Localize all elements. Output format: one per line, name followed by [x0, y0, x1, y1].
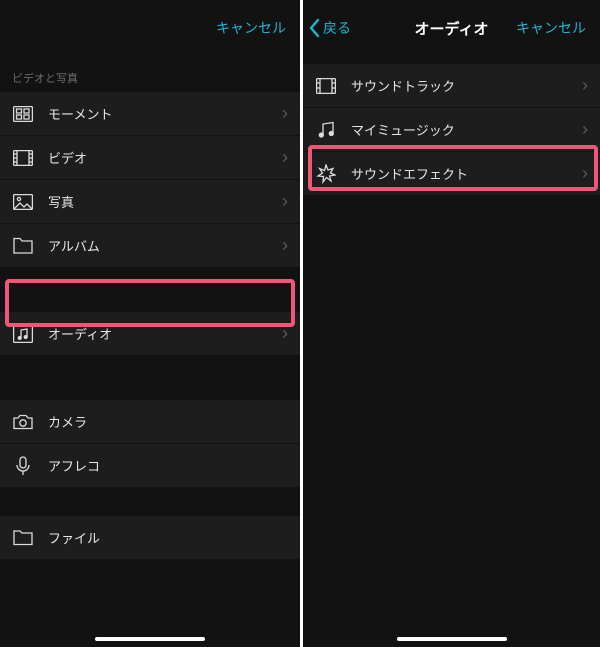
home-indicator[interactable]	[397, 637, 507, 641]
row-label: サウンドトラック	[351, 76, 582, 95]
row-video[interactable]: ビデオ ›	[0, 136, 300, 180]
screen-media-picker: キャンセル ビデオと写真 モーメント › ビデオ › 写真 ›	[0, 0, 300, 647]
section-gap	[0, 488, 300, 516]
list-capture: カメラ アフレコ	[0, 400, 300, 488]
chevron-right-icon: ›	[582, 163, 588, 184]
album-icon	[12, 235, 34, 257]
row-label: アフレコ	[48, 456, 288, 475]
row-mymusic[interactable]: マイミュージック ›	[303, 108, 600, 152]
chevron-right-icon: ›	[282, 235, 288, 256]
row-label: アルバム	[48, 236, 282, 255]
list-audio: オーディオ ›	[0, 312, 300, 356]
back-label: 戻る	[323, 18, 351, 38]
video-icon	[12, 147, 34, 169]
list-media: モーメント › ビデオ › 写真 › アルバム ›	[0, 92, 300, 268]
section-gap	[0, 356, 300, 400]
row-label: 写真	[48, 192, 282, 211]
list-audio-sources: サウンドトラック › マイミュージック › サウンドエフェクト ›	[303, 64, 600, 196]
home-indicator[interactable]	[95, 637, 205, 641]
row-audio[interactable]: オーディオ ›	[0, 312, 300, 356]
list-files: ファイル	[0, 516, 300, 560]
camera-icon	[12, 411, 34, 433]
row-camera[interactable]: カメラ	[0, 400, 300, 444]
chevron-right-icon: ›	[282, 103, 288, 124]
navbar-right: 戻る オーディオ キャンセル	[303, 0, 600, 56]
screen-audio-picker: 戻る オーディオ キャンセル サウンドトラック › マイミュージック ›	[300, 0, 600, 647]
row-album[interactable]: アルバム ›	[0, 224, 300, 268]
row-voiceover[interactable]: アフレコ	[0, 444, 300, 488]
row-sound-effects[interactable]: サウンドエフェクト ›	[303, 152, 600, 196]
audio-icon	[12, 323, 34, 345]
soundtrack-icon	[315, 75, 337, 97]
chevron-right-icon: ›	[582, 119, 588, 140]
chevron-left-icon	[309, 18, 321, 38]
chevron-right-icon: ›	[582, 75, 588, 96]
section-gap	[0, 268, 300, 312]
chevron-right-icon: ›	[282, 147, 288, 168]
moments-icon	[12, 103, 34, 125]
folder-icon	[12, 527, 34, 549]
cancel-button[interactable]: キャンセル	[516, 18, 586, 38]
row-label: モーメント	[48, 104, 282, 123]
row-label: ファイル	[48, 528, 288, 547]
row-label: カメラ	[48, 412, 288, 431]
cancel-button[interactable]: キャンセル	[216, 18, 286, 38]
back-button[interactable]: 戻る	[309, 18, 351, 38]
music-icon	[315, 119, 337, 141]
row-label: ビデオ	[48, 148, 282, 167]
row-files[interactable]: ファイル	[0, 516, 300, 560]
row-label: オーディオ	[48, 324, 282, 343]
photo-icon	[12, 191, 34, 213]
chevron-right-icon: ›	[282, 323, 288, 344]
row-photo[interactable]: 写真 ›	[0, 180, 300, 224]
mic-icon	[12, 455, 34, 477]
sound-effect-icon	[315, 163, 337, 185]
row-soundtracks[interactable]: サウンドトラック ›	[303, 64, 600, 108]
row-label: マイミュージック	[351, 120, 582, 139]
row-moments[interactable]: モーメント ›	[0, 92, 300, 136]
navbar-left: キャンセル	[0, 0, 300, 56]
section-header-video-photo: ビデオと写真	[0, 56, 300, 92]
row-label: サウンドエフェクト	[351, 164, 582, 183]
chevron-right-icon: ›	[282, 191, 288, 212]
